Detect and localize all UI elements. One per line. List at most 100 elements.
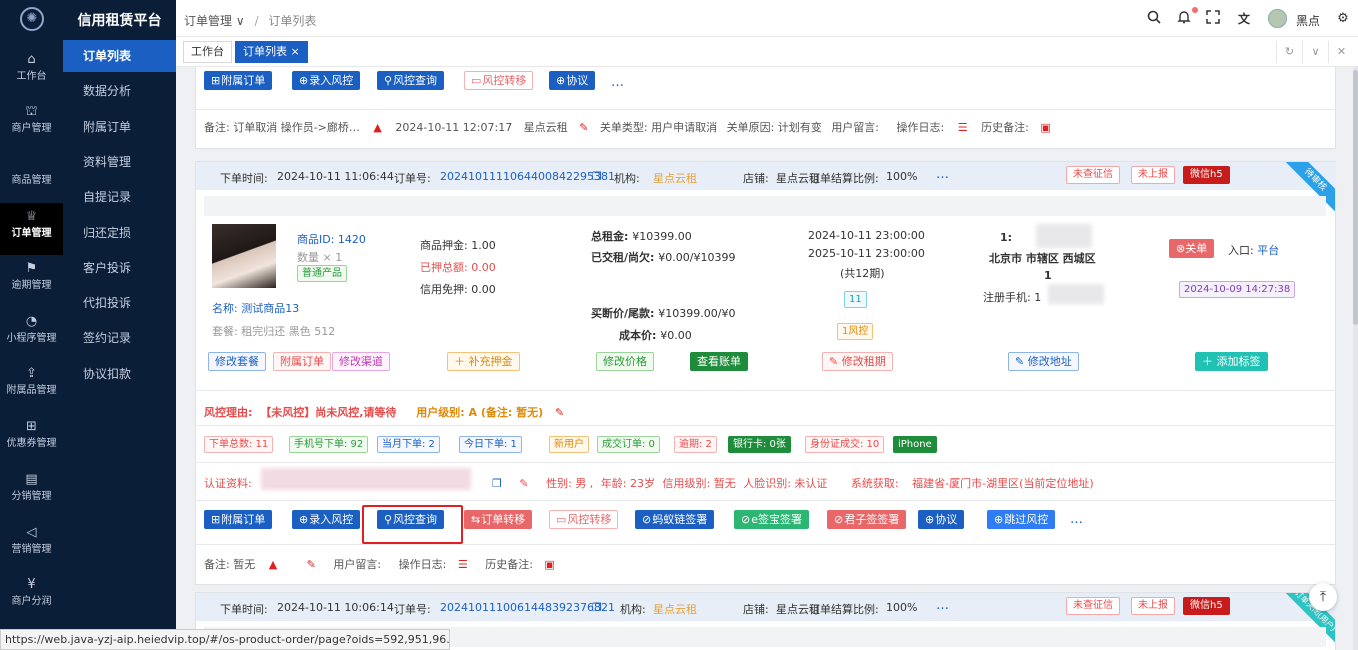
avatar[interactable] [1268, 9, 1287, 28]
fullscreen-icon[interactable] [1204, 10, 1222, 28]
action-button[interactable]: ⊞附属订单 [204, 71, 273, 90]
main-nav-item[interactable]: 商品管理 [0, 150, 63, 202]
action-button[interactable]: ⊞附属订单 [204, 510, 273, 529]
tab-order-list[interactable]: 订单列表 × [235, 41, 308, 63]
edit-icon: ✎ [829, 355, 842, 368]
gear-icon[interactable]: ⚙ [1334, 10, 1352, 28]
order-no[interactable]: 2024101111064400842295381 [440, 170, 615, 183]
main-nav-item[interactable]: ⊞ 优惠券管理 [0, 413, 63, 465]
main-nav-item[interactable]: ⚑ 逾期管理 [0, 255, 63, 307]
column-action-button[interactable]: 附属订单 [273, 352, 331, 371]
action-button[interactable]: ⚲风控查询 [377, 71, 445, 90]
edit-icon[interactable]: ✎ [519, 477, 528, 490]
product-id[interactable]: 商品ID: 1420 [297, 231, 366, 247]
action-button[interactable]: ▭风控转移 [549, 510, 619, 529]
button-label: 附属订单 [221, 513, 266, 526]
more-actions-icon[interactable]: … [1070, 512, 1084, 527]
sub-nav-item[interactable]: 资料管理 [63, 146, 176, 178]
breadcrumb-parent[interactable]: 订单管理 ∨ [184, 14, 245, 28]
tab-close-icon[interactable]: × [291, 45, 300, 58]
action-button[interactable]: ⊕录入风控 [292, 510, 361, 529]
copy-icon[interactable]: ❐ [592, 601, 602, 614]
back-to-top-button[interactable]: ⤒ [1309, 583, 1337, 611]
order-card: ⊞附属订单 ⊕录入风控 ⚲风控查询 ▭风控转移 ⊕协议 … 备注: 订单取消 操作员->… [195, 67, 1336, 149]
order-no[interactable]: 2024101110061448392376821 [440, 601, 615, 614]
bell-icon[interactable] [1175, 10, 1193, 28]
caret-up-icon[interactable]: ▲ [373, 121, 381, 134]
list-icon[interactable]: ☰ [958, 121, 968, 134]
more-actions-icon[interactable]: … [936, 167, 949, 182]
report-flag: 未上报 [1131, 597, 1175, 615]
search-icon[interactable] [1145, 10, 1163, 28]
action-button[interactable]: ⇆订单转移 [464, 510, 533, 529]
sub-nav-item[interactable]: 自提记录 [63, 181, 176, 213]
main-nav-item[interactable]: ⛫ 商户管理 [0, 98, 63, 150]
history-note-icon[interactable]: ▣ [544, 558, 554, 571]
edit-icon[interactable]: ✎ [579, 121, 588, 134]
more-actions-icon[interactable]: … [936, 598, 949, 613]
product-name[interactable]: 名称: 测试商品13 [212, 300, 299, 316]
button-icon: ⊕ [556, 74, 566, 87]
action-button[interactable]: ▭风控转移 [464, 71, 534, 90]
action-button[interactable]: ⊕协议 [918, 510, 965, 529]
tab-home[interactable]: 工作台 [183, 41, 232, 63]
note-shop: 星点云租 [523, 121, 568, 134]
column-action-button[interactable]: 修改套餐 [208, 352, 266, 371]
sub-nav-item[interactable]: 数据分析 [63, 75, 176, 107]
more-actions-icon[interactable]: … [611, 75, 625, 90]
caret-up-icon[interactable]: ▲ [269, 558, 277, 571]
column-action-button[interactable]: ＋ 补充押金 [447, 352, 520, 371]
logo-icon[interactable]: ✺ [20, 7, 44, 31]
main-nav-item[interactable]: ◔ 小程序管理 [0, 308, 63, 360]
edit-icon[interactable]: ✎ [307, 558, 316, 571]
breadcrumb: 订单管理 ∨ / 订单列表 [184, 12, 316, 29]
column-action-button[interactable]: ✎ 修改租期 [822, 352, 893, 371]
shop-label: 店铺: [743, 172, 769, 185]
chevron-down-icon[interactable]: ∨ [1302, 41, 1328, 63]
main-nav-item[interactable]: ♕ 订单管理 [0, 203, 63, 255]
copy-icon[interactable]: ❐ [492, 477, 502, 490]
column-header [578, 627, 765, 647]
cert-age: 年龄: 23岁 [600, 477, 655, 490]
column-action-button[interactable]: 查看账单 [690, 352, 748, 371]
button-label: 协议 [566, 74, 589, 87]
action-button[interactable]: ⊘蚂蚁链签署 [635, 510, 715, 529]
main-nav-item[interactable]: ⌂ 工作台 [0, 46, 63, 98]
main-nav-item[interactable]: ▤ 分销管理 [0, 466, 63, 518]
copy-icon[interactable]: ❐ [592, 170, 602, 183]
risk-reason-row: 风控理由: 【未风控】尚未风控,请等待 用户级别: A (备注: 暂无) ✎ [204, 404, 564, 420]
action-button[interactable]: ⊕录入风控 [292, 71, 361, 90]
action-button[interactable]: ⊘君子签签署 [827, 510, 907, 529]
list-icon[interactable]: ☰ [458, 558, 468, 571]
order-time: 2024-10-11 10:06:14 [277, 601, 394, 614]
sub-nav-item[interactable]: 客户投诉 [63, 252, 176, 284]
column-action-button[interactable]: ＋ 添加标签 [1195, 352, 1268, 371]
edit-icon[interactable]: ✎ [555, 406, 564, 419]
sub-nav-item[interactable]: 订单列表 [63, 40, 176, 72]
notification-dot [1192, 7, 1198, 13]
sub-nav-item[interactable]: 协议扣款 [63, 358, 176, 390]
history-note-icon[interactable]: ▣ [1040, 121, 1050, 134]
main-nav-item[interactable]: ¥ 商户分润 [0, 571, 63, 623]
user-name[interactable]: 黑点 [1296, 12, 1320, 29]
action-button[interactable]: ⊕跳过风控 [987, 510, 1056, 529]
column-action-button[interactable]: 修改价格 [596, 352, 654, 371]
button-icon: ⇆ [471, 513, 481, 526]
main-nav-item[interactable]: ⇪ 附属品管理 [0, 360, 63, 412]
main-nav-item[interactable]: ◁ 营销管理 [0, 519, 63, 571]
sub-nav-item[interactable]: 签约记录 [63, 322, 176, 354]
close-all-icon[interactable]: ✕ [1328, 41, 1354, 63]
close-order-button[interactable]: ⊗关单 [1169, 239, 1215, 258]
action-button[interactable]: ⊕协议 [549, 71, 596, 90]
scrollbar-thumb[interactable] [1353, 70, 1358, 325]
column-action-button[interactable]: ✎ 修改地址 [1008, 352, 1079, 371]
translate-icon[interactable]: 文 [1235, 10, 1253, 28]
sub-nav-item[interactable]: 附属订单 [63, 111, 176, 143]
action-button[interactable]: ⊘e签宝签署 [734, 510, 809, 529]
refresh-icon[interactable]: ↻ [1276, 41, 1302, 63]
note-time: 2024-10-11 12:07:17 [395, 121, 513, 134]
sub-nav-item[interactable]: 代扣投诉 [63, 287, 176, 319]
sub-nav-item[interactable]: 归还定损 [63, 217, 176, 249]
column-action-button[interactable]: 修改渠道 [332, 352, 390, 371]
product-image[interactable] [212, 224, 276, 288]
